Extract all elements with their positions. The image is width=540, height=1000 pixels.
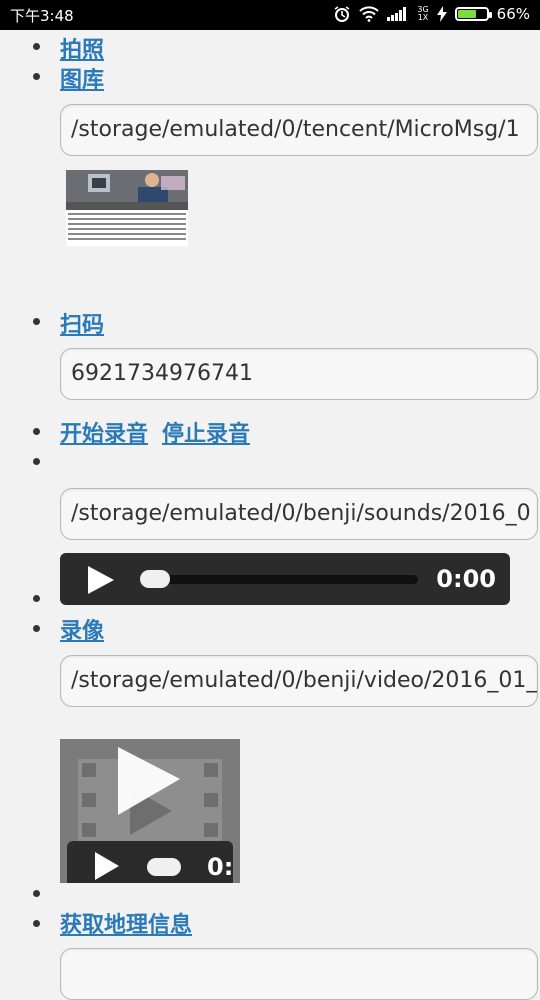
alarm-icon <box>333 5 351 23</box>
battery-percent: 66% <box>496 5 530 23</box>
battery-fill <box>457 10 476 18</box>
scan-link[interactable]: 扫码 <box>60 307 104 339</box>
list-bullet <box>33 458 40 465</box>
bolt-icon <box>436 6 447 22</box>
signal-icon <box>387 7 409 21</box>
list-bullet <box>33 920 40 927</box>
list-bullet <box>33 318 40 325</box>
geo-info-field[interactable] <box>60 948 538 1000</box>
audio-progress-track[interactable] <box>140 575 418 584</box>
list-bullet <box>33 428 40 435</box>
gallery-thumbnail-image <box>66 170 193 246</box>
video-progress-knob[interactable] <box>147 858 181 876</box>
start-recording-link[interactable]: 开始录音 <box>60 416 148 448</box>
list-bullet <box>33 625 40 632</box>
take-photo-link[interactable]: 拍照 <box>60 32 104 64</box>
video-link[interactable]: 录像 <box>60 613 104 645</box>
stop-recording-link[interactable]: 停止录音 <box>162 416 250 448</box>
sound-path-field[interactable]: /storage/emulated/0/benji/sounds/2016_0 <box>60 488 538 540</box>
gallery-path-field[interactable]: /storage/emulated/0/tencent/MicroMsg/1 <box>60 104 538 156</box>
list-bullet <box>33 43 40 50</box>
wifi-icon <box>359 6 380 22</box>
status-icons: 3G 1X 66% <box>333 5 530 23</box>
video-controls[interactable]: 0: <box>67 841 233 883</box>
scan-result-field[interactable]: 6921734976741 <box>60 348 538 400</box>
network-1x: 1X <box>417 13 429 22</box>
battery-icon <box>454 7 492 21</box>
audio-time: 0:00 <box>436 565 496 593</box>
list-bullet <box>33 73 40 80</box>
network-type-label: 3G 1X <box>417 6 428 22</box>
video-play-icon[interactable] <box>93 851 121 881</box>
video-player[interactable]: 0: <box>60 739 240 883</box>
audio-player[interactable]: 0:00 <box>60 553 510 605</box>
gallery-link[interactable]: 图库 <box>60 62 104 94</box>
video-path-field[interactable]: /storage/emulated/0/benji/video/2016_01_ <box>60 655 538 707</box>
status-time: 下午3:48 <box>10 7 74 25</box>
status-bar: 下午3:48 3G 1X 66% <box>0 0 540 30</box>
list-bullet <box>33 595 40 602</box>
video-time: 0: <box>207 853 234 881</box>
play-icon[interactable] <box>86 565 116 595</box>
audio-progress-knob[interactable] <box>140 570 170 588</box>
geo-info-link[interactable]: 获取地理信息 <box>60 907 192 939</box>
list-bullet <box>33 890 40 897</box>
